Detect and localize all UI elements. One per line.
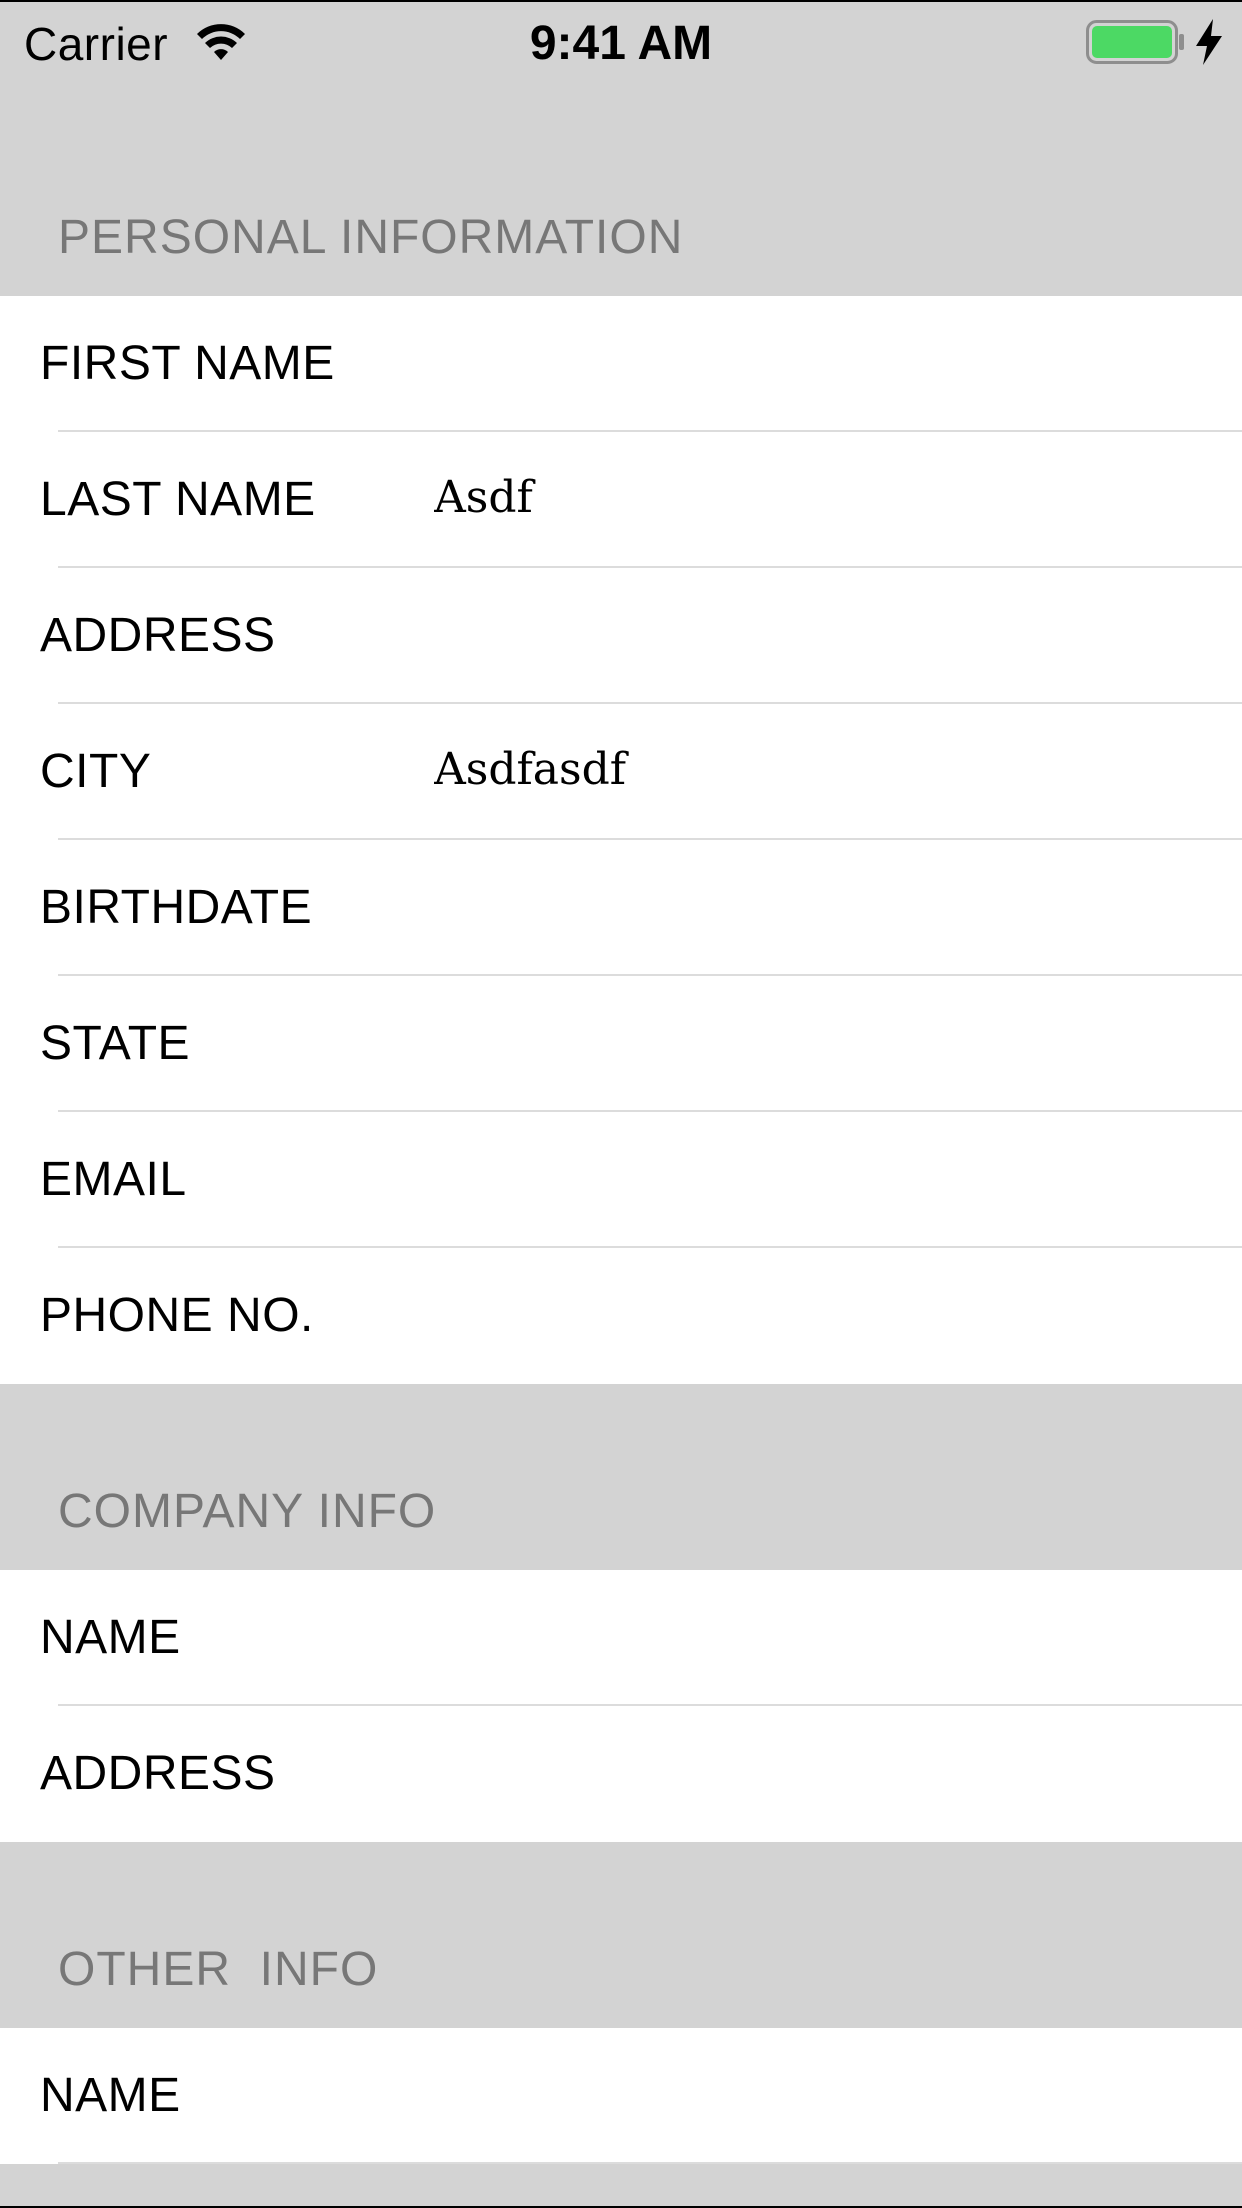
personal-row-phone-no[interactable]: PHONE NO. xyxy=(0,1248,1242,1384)
personal-field-last-name[interactable] xyxy=(434,468,1214,528)
other-info-group: NAME xyxy=(0,2028,1242,2164)
personal-row-city[interactable]: CITY xyxy=(0,704,1242,840)
personal-field-address[interactable] xyxy=(434,604,1214,664)
battery-icon xyxy=(1086,20,1184,64)
company-field-name[interactable] xyxy=(434,1606,1214,1666)
personal-label-address: ADDRESS xyxy=(40,609,276,662)
personal-field-state[interactable] xyxy=(434,1012,1214,1072)
personal-label-city: CITY xyxy=(40,745,152,798)
personal-row-birthdate[interactable]: BIRTHDATE xyxy=(0,840,1242,976)
other-field-name[interactable] xyxy=(434,2064,1214,2124)
personal-row-first-name[interactable]: FIRST NAME xyxy=(0,296,1242,432)
personal-field-city[interactable] xyxy=(434,740,1214,800)
other-label-name: NAME xyxy=(40,2069,181,2122)
clock: 9:41 AM xyxy=(529,17,713,70)
personal-info-header: PERSONAL INFORMATION xyxy=(0,84,1242,296)
other-row-name[interactable]: NAME xyxy=(0,2028,1242,2164)
personal-label-phone-no: PHONE NO. xyxy=(40,1289,314,1342)
charging-bolt-icon xyxy=(1196,19,1222,65)
company-row-name[interactable]: NAME xyxy=(0,1570,1242,1706)
personal-field-first-name[interactable] xyxy=(434,332,1214,392)
personal-label-last-name: LAST NAME xyxy=(40,473,316,526)
personal-row-email[interactable]: EMAIL xyxy=(0,1112,1242,1248)
personal-field-email[interactable] xyxy=(434,1148,1214,1208)
form-screen: Carrier 9:41 AM PERSONAL INFORMATION FIR… xyxy=(0,0,1242,2208)
company-info-header-label: COMPANY INFO xyxy=(58,1485,437,1538)
personal-label-first-name: FIRST NAME xyxy=(40,337,335,390)
other-info-header: OTHER INFO xyxy=(0,1842,1242,2028)
other-info-header-label: OTHER INFO xyxy=(58,1943,379,1996)
personal-info-group: FIRST NAME LAST NAME ADDRESS CITY BIRTHDATE S… xyxy=(0,296,1242,1384)
company-label-name: NAME xyxy=(40,1611,181,1664)
company-info-group: NAME ADDRESS xyxy=(0,1570,1242,1842)
personal-field-phone-no[interactable] xyxy=(434,1284,1214,1344)
status-bar: Carrier 9:41 AM xyxy=(0,2,1242,84)
personal-label-birthdate: BIRTHDATE xyxy=(40,881,313,934)
personal-label-state: STATE xyxy=(40,1017,191,1070)
personal-row-state[interactable]: STATE xyxy=(0,976,1242,1112)
company-label-address: ADDRESS xyxy=(40,1747,276,1800)
personal-label-email: EMAIL xyxy=(40,1153,187,1206)
personal-field-birthdate[interactable] xyxy=(434,876,1214,936)
company-info-header: COMPANY INFO xyxy=(0,1384,1242,1570)
personal-row-address[interactable]: ADDRESS xyxy=(0,568,1242,704)
personal-info-header-label: PERSONAL INFORMATION xyxy=(58,211,684,264)
company-field-address[interactable] xyxy=(434,1742,1214,1802)
personal-row-last-name[interactable]: LAST NAME xyxy=(0,432,1242,568)
company-row-address[interactable]: ADDRESS xyxy=(0,1706,1242,1842)
row-separator xyxy=(58,2162,1242,2164)
